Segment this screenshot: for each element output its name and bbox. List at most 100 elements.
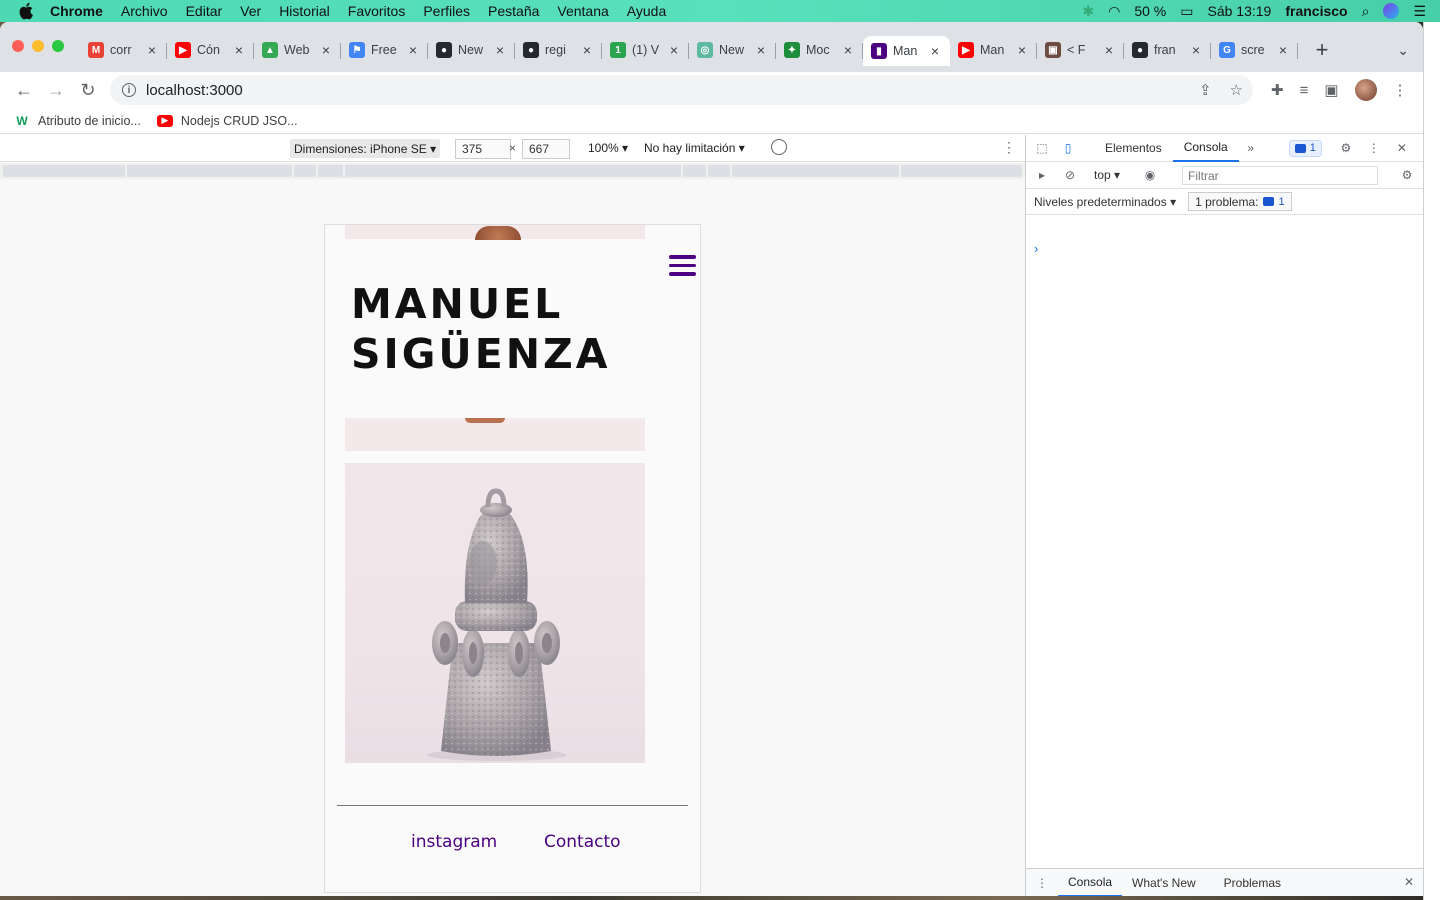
control-center-icon[interactable]: ☰ [1413, 3, 1426, 20]
settings-gear-icon[interactable]: ⚙ [1338, 140, 1354, 156]
media-query-segment[interactable] [900, 165, 1022, 177]
chrome-menu-icon[interactable]: ⋮ [1393, 81, 1408, 99]
close-tab-icon[interactable]: × [1189, 42, 1203, 58]
browser-tab[interactable]: ▶ Man × [950, 36, 1037, 64]
contact-link[interactable]: Contacto [544, 832, 621, 852]
media-query-segment[interactable] [127, 165, 292, 177]
close-tab-icon[interactable]: × [406, 42, 420, 58]
menu-editar[interactable]: Editar [186, 3, 223, 19]
media-query-segment[interactable] [3, 165, 126, 177]
menu-archivo[interactable]: Archivo [121, 3, 168, 19]
close-tab-icon[interactable]: × [493, 42, 507, 58]
browser-tab[interactable]: ● regi × [515, 36, 602, 64]
user-name[interactable]: francisco [1285, 3, 1347, 19]
media-query-segment[interactable] [293, 165, 316, 177]
device-menu-icon[interactable]: ⋮ [1002, 139, 1016, 156]
spotlight-icon[interactable]: ⌕ [1362, 3, 1370, 20]
menu-pestana[interactable]: Pestaña [488, 3, 539, 19]
device-select[interactable]: Dimensiones: iPhone SE ▾ [290, 139, 441, 158]
siri-icon[interactable] [1383, 3, 1400, 19]
browser-tab[interactable]: ◎ New × [689, 36, 776, 64]
media-query-segment[interactable] [682, 165, 707, 177]
menu-ayuda[interactable]: Ayuda [627, 3, 666, 19]
menu-app-name[interactable]: Chrome [50, 3, 103, 19]
media-query-segment[interactable] [317, 165, 343, 177]
battery-icon[interactable]: ▭ [1180, 3, 1193, 20]
media-query-segment[interactable] [345, 165, 681, 177]
close-tab-icon[interactable]: × [1102, 42, 1116, 58]
browser-tab[interactable]: ● fran × [1124, 36, 1211, 64]
browser-tab[interactable]: ✦ Moc × [776, 36, 863, 64]
minimize-window-button[interactable] [32, 40, 44, 52]
share-icon[interactable]: ⇪ [1199, 81, 1212, 99]
new-tab-button[interactable]: + [1308, 36, 1336, 64]
rotate-icon[interactable] [771, 139, 787, 155]
close-tab-icon[interactable]: × [145, 42, 159, 58]
menu-ver[interactable]: Ver [240, 3, 261, 19]
profile-avatar[interactable] [1354, 79, 1377, 101]
browser-tab[interactable]: 1 (1) V × [602, 36, 689, 64]
back-button[interactable]: ← [8, 76, 40, 104]
inspect-element-icon[interactable]: ⬚ [1034, 140, 1050, 156]
throttle-select[interactable]: No hay limitación ▾ [644, 141, 745, 155]
close-drawer-icon[interactable]: ✕ [1404, 875, 1414, 889]
tab-search-icon[interactable]: ⌄ [1397, 42, 1409, 59]
close-tab-icon[interactable]: × [754, 42, 768, 58]
bluetooth-icon[interactable]: ✱ [1082, 3, 1094, 20]
close-tab-icon[interactable]: × [1015, 42, 1029, 58]
instagram-link[interactable]: instagram [411, 832, 497, 852]
console-prompt[interactable]: › [1034, 241, 1038, 256]
drawer-menu-icon[interactable]: ⋮ [1026, 876, 1058, 890]
extensions-icon[interactable]: ✚ [1271, 81, 1284, 99]
menu-ventana[interactable]: Ventana [557, 3, 608, 19]
tab-consola[interactable]: Consola [1172, 135, 1239, 162]
site-info-icon[interactable]: i [122, 83, 136, 97]
bookmark-star-icon[interactable]: ☆ [1230, 81, 1243, 99]
reading-list-icon[interactable]: ≡ [1300, 82, 1309, 99]
close-tab-icon[interactable]: × [232, 42, 246, 58]
more-tabs-icon[interactable]: » [1243, 140, 1259, 156]
browser-tab[interactable]: ▲ Web × [254, 36, 341, 64]
url-text[interactable]: localhost:3000 [146, 82, 243, 99]
media-query-segment[interactable] [732, 165, 899, 177]
drawer-tab-problemas[interactable]: Problemas [1214, 869, 1291, 897]
close-devtools-icon[interactable]: ✕ [1394, 140, 1410, 156]
menu-perfiles[interactable]: Perfiles [423, 3, 470, 19]
log-levels-select[interactable]: Niveles predeterminados ▾ [1034, 195, 1176, 209]
drawer-tab-whats-new[interactable]: What's New [1122, 869, 1206, 897]
browser-tab[interactable]: ● New × [428, 36, 515, 64]
close-tab-icon[interactable]: × [841, 42, 855, 58]
console-filter-input[interactable]: Filtrar [1182, 166, 1378, 185]
live-expression-eye-icon[interactable]: ◉ [1142, 167, 1158, 183]
console-settings-icon[interactable]: ⚙ [1399, 167, 1415, 183]
issues-badge[interactable]: 1 [1288, 139, 1322, 157]
close-tab-icon[interactable]: × [928, 43, 942, 59]
problems-button[interactable]: 1 problema: 1 [1188, 192, 1292, 211]
browser-tab[interactable]: ▶ Cón × [167, 36, 254, 64]
menu-historial[interactable]: Historial [279, 3, 330, 19]
sidebar-toggle-icon[interactable]: ▸ [1034, 167, 1050, 183]
browser-tab[interactable]: Gscre × [1211, 36, 1298, 64]
browser-tab[interactable]: ⚑ Free × [341, 36, 428, 64]
clear-console-icon[interactable]: ⊘ [1062, 167, 1078, 183]
close-tab-icon[interactable]: × [580, 42, 594, 58]
device-height-input[interactable]: 667 [522, 139, 570, 159]
close-tab-icon[interactable]: × [1276, 42, 1290, 58]
zoom-select[interactable]: 100% ▾ [588, 141, 628, 155]
zoom-window-button[interactable] [52, 40, 64, 52]
address-bar[interactable]: i localhost:3000 ⇪ ☆ [110, 75, 1253, 105]
browser-tab[interactable]: ▣ < F × [1037, 36, 1124, 64]
context-select[interactable]: top ▾ [1094, 168, 1120, 182]
close-window-button[interactable] [12, 40, 24, 52]
reload-button[interactable]: ↻ [72, 76, 104, 104]
forward-button[interactable]: → [40, 76, 72, 104]
close-tab-icon[interactable]: × [667, 42, 681, 58]
browser-tab[interactable]: Mcorr × [80, 36, 167, 64]
clock[interactable]: Sáb 13:19 [1208, 3, 1272, 19]
devtools-menu-icon[interactable]: ⋮ [1366, 140, 1382, 156]
hamburger-menu-icon[interactable] [669, 255, 696, 277]
drawer-tab-consola[interactable]: Consola [1058, 869, 1123, 896]
tab-elementos[interactable]: Elementos [1094, 135, 1173, 162]
device-toggle-icon[interactable]: ▯ [1060, 140, 1076, 156]
close-tab-icon[interactable]: × [319, 42, 333, 58]
